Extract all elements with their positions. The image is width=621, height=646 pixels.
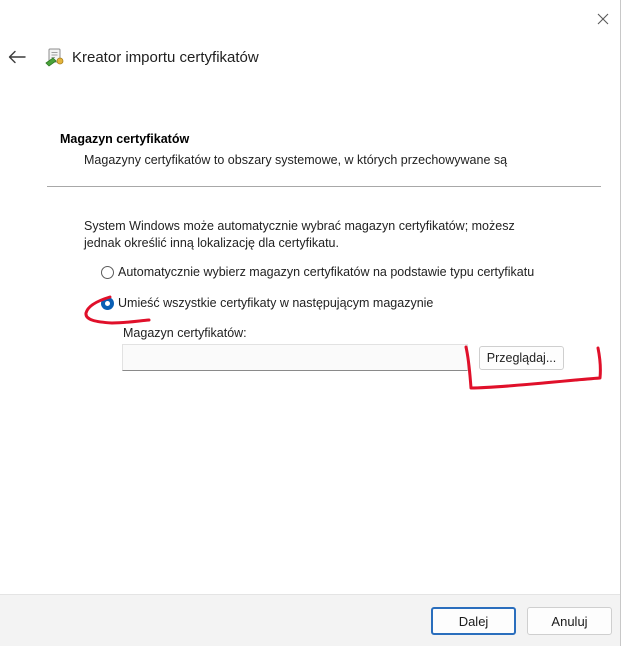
- place-in-store-option[interactable]: Umieść wszystkie certyfikaty w następują…: [101, 296, 433, 310]
- back-arrow-icon: [8, 50, 26, 64]
- wizard-footer: Dalej Anuluj: [0, 594, 620, 646]
- intro-line-1: System Windows może automatycznie wybrać…: [84, 219, 515, 233]
- back-button[interactable]: [6, 46, 28, 68]
- next-button[interactable]: Dalej: [431, 607, 516, 635]
- section-heading: Magazyn certyfikatów: [60, 132, 190, 146]
- window-title: Kreator importu certyfikatów: [72, 49, 259, 66]
- place-in-store-radio[interactable]: [101, 296, 114, 310]
- certificate-import-wizard-window: Kreator importu certyfikatów Magazyn cer…: [0, 0, 621, 646]
- intro-text: System Windows może automatycznie wybrać…: [84, 218, 554, 252]
- certificate-wizard-icon: [45, 48, 64, 67]
- close-button[interactable]: [590, 8, 616, 30]
- browse-button[interactable]: Przeglądaj...: [479, 346, 564, 370]
- close-icon: [597, 13, 609, 25]
- intro-line-2: jednak określić inną lokalizację dla cer…: [84, 236, 339, 250]
- red-annotation-marks: [84, 295, 602, 390]
- section-description: Magazyny certyfikatów to obszary systemo…: [84, 153, 508, 167]
- auto-select-label: Automatycznie wybierz magazyn certyfikat…: [118, 265, 535, 279]
- certificate-store-label: Magazyn certyfikatów:: [123, 326, 247, 340]
- place-in-store-label: Umieść wszystkie certyfikaty w następują…: [118, 296, 434, 310]
- auto-select-store-option[interactable]: Automatycznie wybierz magazyn certyfikat…: [101, 265, 534, 279]
- certificate-store-input[interactable]: [122, 344, 468, 371]
- header-divider: [47, 186, 601, 187]
- auto-select-radio[interactable]: [101, 265, 114, 279]
- cancel-button[interactable]: Anuluj: [527, 607, 612, 635]
